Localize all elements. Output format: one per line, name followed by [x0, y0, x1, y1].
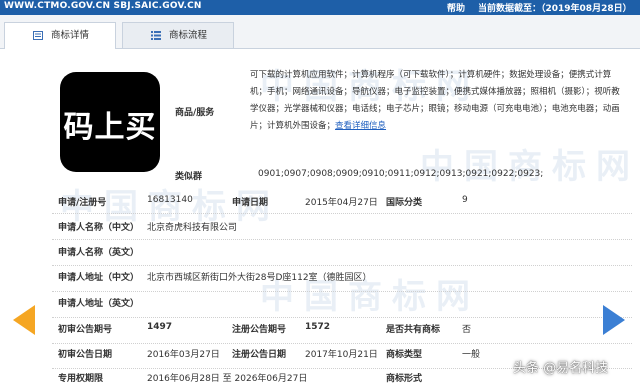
document-icon — [33, 31, 43, 40]
trademark-text: 码上买 — [63, 110, 157, 145]
intl-class-label: 国际分类 — [386, 198, 423, 208]
list-icon — [151, 31, 161, 40]
next-arrow-icon[interactable] — [603, 305, 625, 335]
shared-label: 是否共有商标 — [386, 325, 441, 335]
prelim-no-label: 初审公告期号 — [58, 325, 113, 335]
app-date-label: 申请日期 — [232, 198, 269, 208]
goods-label: 商品/服务 — [175, 108, 215, 118]
trademark-image: 码上买 — [60, 72, 160, 172]
reg-pub-no-value: 1572 — [305, 322, 331, 332]
prelim-no-value: 1497 — [147, 322, 173, 332]
applicant-cn-value: 北京奇虎科技有限公司 — [147, 223, 238, 233]
tab-bar: 商标详情 商标流程 — [0, 15, 640, 49]
source-credit: 头条 @易名科技 — [513, 361, 609, 376]
reg-no-label: 申请/注册号 — [58, 198, 107, 208]
tm-form-label: 商标形式 — [386, 374, 423, 384]
data-date: 当前数据截至：（2019年08月28日） — [478, 4, 632, 14]
intl-class-value: 9 — [462, 195, 468, 205]
address-cn-label: 申请人地址（中文） — [58, 273, 140, 283]
tm-type-value: 一般 — [462, 350, 481, 360]
reg-date-label: 注册公告日期 — [232, 350, 287, 360]
tab-trademark-process[interactable]: 商标流程 — [122, 22, 234, 48]
applicant-cn-label: 申请人名称（中文） — [58, 223, 140, 233]
address-en-label: 申请人地址（英文） — [58, 299, 140, 309]
exclusive-value: 2016年06月28日 至 2026年06月27日 — [147, 374, 308, 384]
address-cn-value: 北京市西城区新街口外大街28号D座112室（德胜园区） — [147, 273, 372, 283]
top-bar: WWW.CTMO.GOV.CN SBJ.SAIC.GOV.CN 帮助 当前数据截… — [0, 0, 640, 15]
tm-type-label: 商标类型 — [386, 350, 423, 360]
reg-pub-no-label: 注册公告期号 — [232, 325, 287, 335]
prev-arrow-icon[interactable] — [13, 305, 35, 335]
similar-group-value: 0901;0907;0908;0909;0910;0911;0912;0913;… — [258, 169, 544, 179]
tab-label: 商标流程 — [169, 30, 208, 41]
site-url: WWW.CTMO.GOV.CN SBJ.SAIC.GOV.CN — [4, 1, 202, 11]
prelim-date-value: 2016年03月27日 — [147, 350, 220, 360]
reg-no-value: 16813140 — [147, 195, 193, 205]
row-publication-no — [52, 317, 632, 344]
goods-list: 可下载的计算机应用软件；计算机程序（可下载软件）；计算机硬件；数据处理设备；便携… — [250, 67, 620, 135]
similar-group-label: 类似群 — [175, 172, 203, 182]
watermark: 中国商标网 — [420, 147, 640, 187]
app-date-value: 2015年04月27日 — [305, 198, 378, 208]
help-link[interactable]: 帮助 — [447, 1, 465, 14]
prelim-date-label: 初审公告日期 — [58, 350, 113, 360]
exclusive-label: 专用权期限 — [58, 374, 104, 384]
detail-panel: 中国商标网 中国商标网 中国商标网 中国商标网 码上买 商品/服务 可下载的计算… — [0, 49, 640, 387]
tab-label: 商标详情 — [51, 30, 90, 41]
applicant-en-label: 申请人名称（英文） — [58, 248, 140, 258]
view-details-link[interactable]: 查看详细信息 — [335, 121, 386, 131]
goods-text: 可下载的计算机应用软件；计算机程序（可下载软件）；计算机硬件；数据处理设备；便携… — [250, 70, 620, 131]
tab-trademark-detail[interactable]: 商标详情 — [4, 22, 116, 49]
shared-value: 否 — [462, 325, 472, 335]
reg-date-value: 2017年10月21日 — [305, 350, 378, 360]
